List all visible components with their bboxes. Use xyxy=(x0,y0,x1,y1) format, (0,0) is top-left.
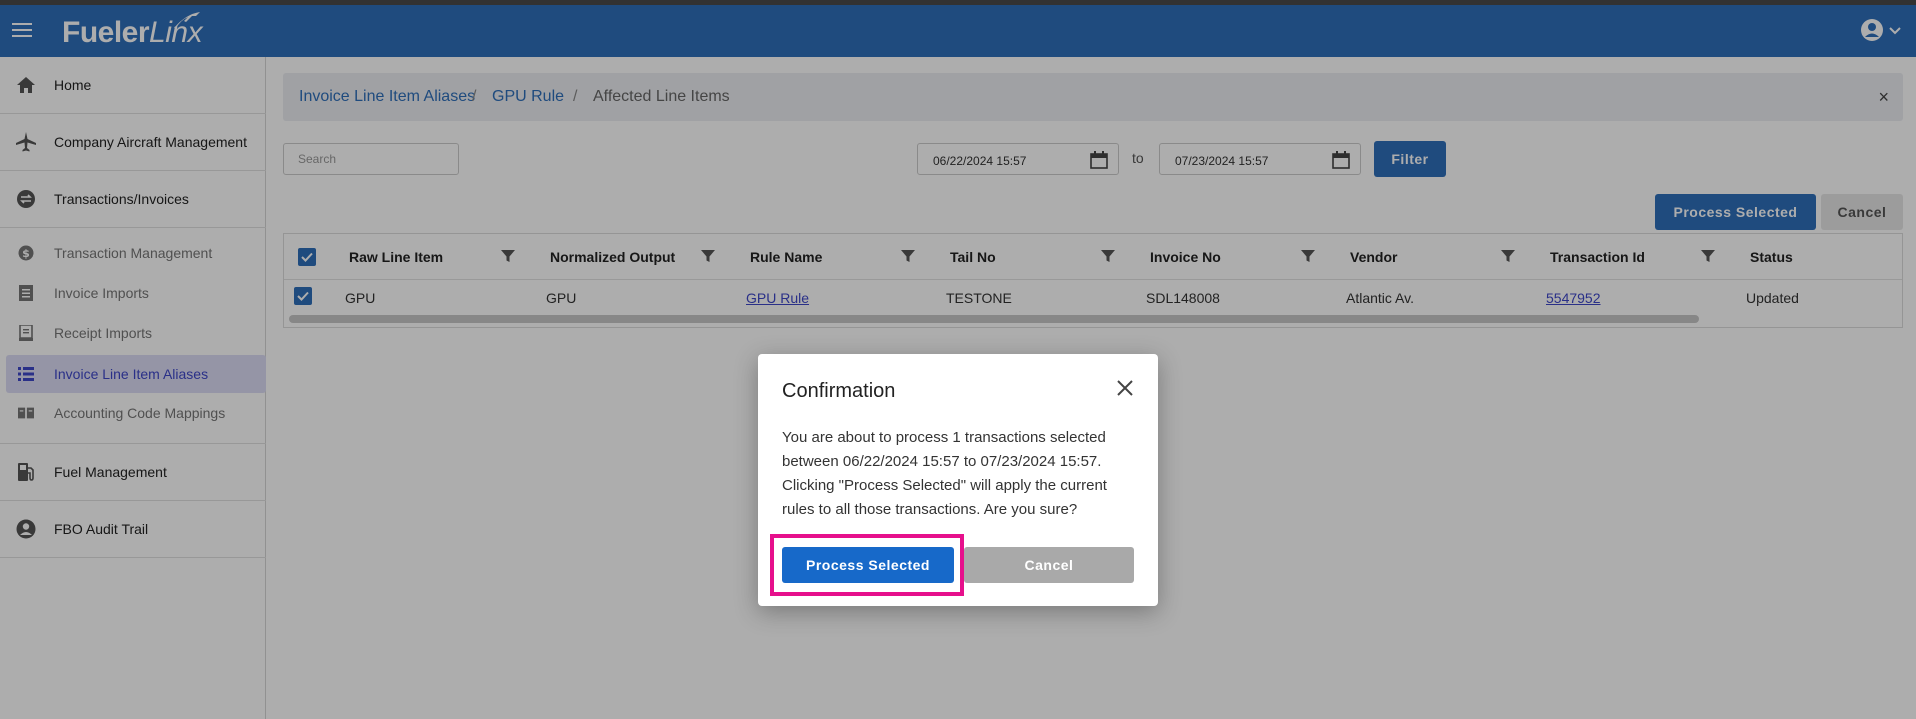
confirmation-dialog: Confirmation You are about to process 1 … xyxy=(758,354,1158,606)
dialog-process-selected-button[interactable]: Process Selected xyxy=(782,547,954,583)
dialog-cancel-button[interactable]: Cancel xyxy=(964,547,1134,583)
close-icon[interactable] xyxy=(1116,379,1134,397)
dialog-title: Confirmation xyxy=(782,380,896,402)
dialog-message: You are about to process 1 transactions … xyxy=(782,429,1107,518)
